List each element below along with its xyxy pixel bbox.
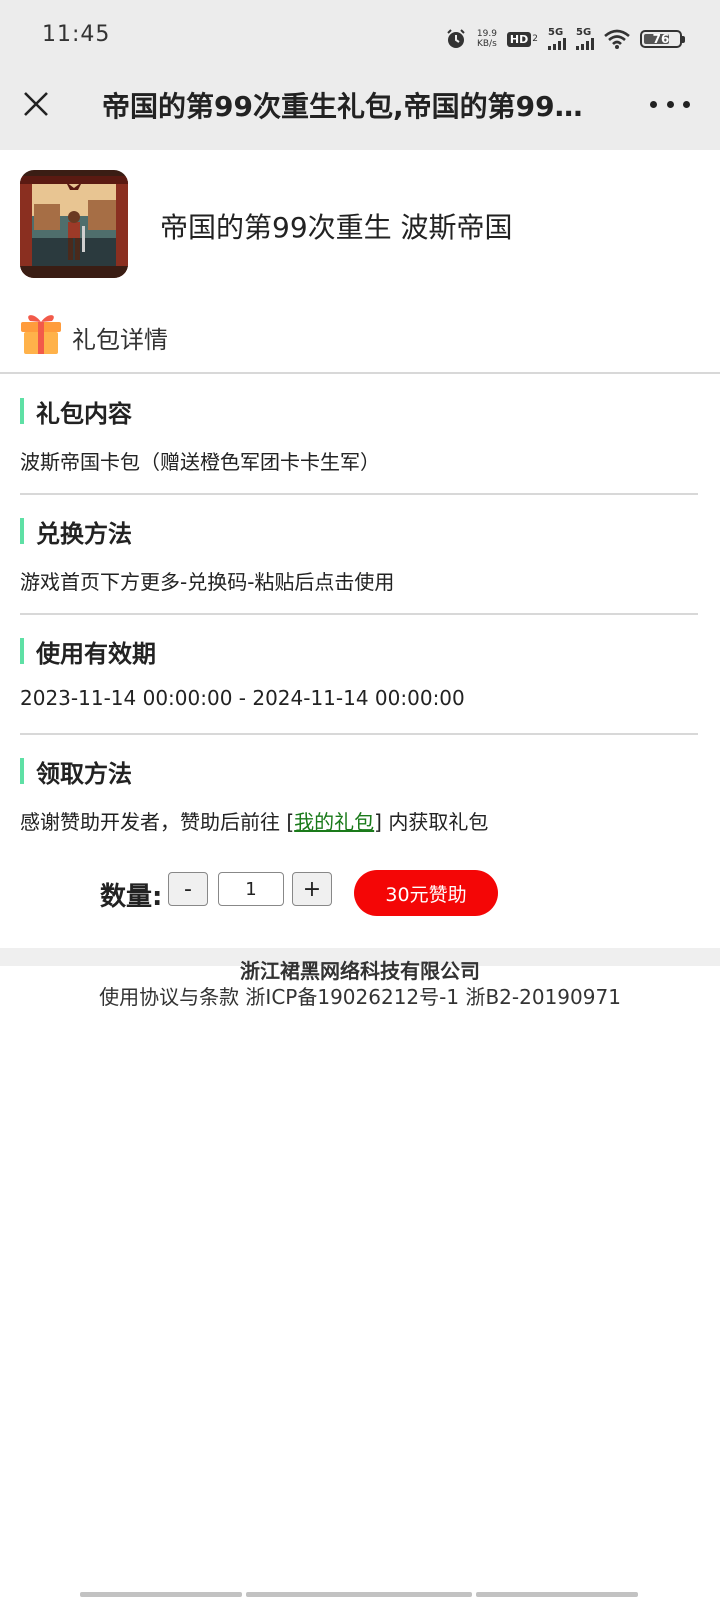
footer: 浙江裙黑网络科技有限公司 使用协议与条款 浙ICP备19026212号-1 浙B… bbox=[0, 958, 720, 1010]
section-body: 游戏首页下方更多-兑换码-粘贴后点击使用 bbox=[20, 570, 395, 594]
section-head: 礼包内容 bbox=[20, 394, 700, 428]
app-name: 帝国的第99次重生 波斯帝国 bbox=[160, 211, 513, 244]
sponsor-button[interactable]: 30元赞助 bbox=[354, 870, 498, 916]
section-title: 领取方法 bbox=[36, 759, 132, 788]
sim1-label: 5G bbox=[548, 27, 564, 38]
section-body: 波斯帝国卡包（赠送橙色军团卡卡生军） bbox=[20, 450, 380, 474]
gift-icon bbox=[21, 315, 61, 354]
close-icon bbox=[24, 92, 48, 116]
app-header: 帝国的第99次重生 波斯帝国 bbox=[0, 150, 720, 280]
quantity-label: 数量: bbox=[100, 882, 163, 912]
section-accent-bar bbox=[20, 518, 24, 544]
nav-indicator bbox=[476, 1592, 638, 1597]
more-dot bbox=[650, 100, 657, 108]
quantity-minus-button[interactable]: - bbox=[168, 872, 208, 906]
signal-sim1: 5G bbox=[548, 28, 566, 50]
page-title: 帝国的第99次重生礼包,帝国的第99次重生礼包 bbox=[102, 90, 602, 123]
claim-text-suffix: ] 内获取礼包 bbox=[374, 810, 489, 834]
more-dot bbox=[666, 100, 674, 108]
battery-icon: 76 bbox=[640, 30, 685, 48]
hd-label: HD bbox=[506, 31, 532, 47]
quantity-input[interactable] bbox=[218, 872, 284, 906]
section-head: 使用有效期 bbox=[20, 634, 700, 668]
purchase-row: 数量: - + 30元赞助 bbox=[0, 870, 720, 922]
app-icon[interactable] bbox=[20, 170, 128, 278]
footer-company: 浙江裙黑网络科技有限公司 bbox=[240, 959, 480, 983]
signal-bars-icon bbox=[576, 38, 594, 50]
section-head: 领取方法 bbox=[20, 754, 700, 788]
status-time: 11:45 bbox=[42, 22, 111, 47]
section-title: 礼包内容 bbox=[36, 399, 132, 428]
section-gift-content: 礼包内容 波斯帝国卡包（赠送橙色军团卡卡生军） bbox=[20, 394, 700, 475]
my-gifts-link[interactable]: 我的礼包 bbox=[294, 810, 374, 834]
nav-indicator bbox=[246, 1592, 472, 1597]
title-bar: 帝国的第99次重生礼包,帝国的第99次重生礼包 bbox=[0, 76, 720, 150]
battery-level: 76 bbox=[652, 32, 670, 46]
net-speed: 19.9 KB/s bbox=[477, 29, 497, 49]
divider bbox=[0, 372, 720, 374]
signal-sim2: 5G bbox=[576, 28, 594, 50]
divider bbox=[20, 493, 698, 495]
section-body: 2023-11-14 00:00:00 - 2024-11-14 00:00:0… bbox=[20, 686, 465, 710]
net-speed-value: 19.9 bbox=[476, 29, 497, 39]
divider bbox=[20, 733, 698, 735]
section-head: 兑换方法 bbox=[20, 514, 700, 548]
footer-legal[interactable]: 使用协议与条款 浙ICP备19026212号-1 浙B2-20190971 bbox=[0, 984, 720, 1010]
alarm-icon bbox=[447, 29, 465, 48]
section-redeem-method: 兑换方法 游戏首页下方更多-兑换码-粘贴后点击使用 bbox=[20, 514, 700, 595]
section-accent-bar bbox=[20, 638, 24, 664]
more-dot bbox=[683, 100, 690, 108]
section-title: 兑换方法 bbox=[36, 519, 132, 548]
more-button[interactable] bbox=[650, 96, 690, 112]
close-button[interactable] bbox=[18, 86, 54, 122]
status-bar: 11:45 19.9 KB/s HD 2 5G 5G 76 bbox=[0, 0, 720, 76]
section-accent-bar bbox=[20, 758, 24, 784]
section-title: 使用有效期 bbox=[36, 639, 156, 668]
nav-indicator bbox=[80, 1592, 242, 1597]
game-artwork-icon bbox=[20, 170, 128, 278]
gift-details-title: 礼包详情 bbox=[72, 326, 168, 354]
signal-bars-icon bbox=[548, 38, 566, 50]
gift-details-header: 礼包详情 bbox=[0, 300, 720, 372]
section-claim-method: 领取方法 感谢赞助开发者，赞助后前往 [我的礼包] 内获取礼包 bbox=[20, 754, 700, 835]
quantity-plus-button[interactable]: + bbox=[292, 872, 332, 906]
section-accent-bar bbox=[20, 398, 24, 424]
divider bbox=[20, 613, 698, 615]
section-validity: 使用有效期 2023-11-14 00:00:00 - 2024-11-14 0… bbox=[20, 634, 700, 710]
sim2-label: 5G bbox=[576, 27, 592, 38]
section-body: 感谢赞助开发者，赞助后前往 [我的礼包] 内获取礼包 bbox=[20, 806, 700, 835]
hd-sub: 2 bbox=[532, 34, 538, 44]
claim-text-prefix: 感谢赞助开发者，赞助后前往 [ bbox=[20, 810, 295, 834]
status-icons: 19.9 KB/s HD 2 5G 5G 76 bbox=[445, 24, 685, 54]
wifi-icon bbox=[604, 29, 630, 49]
hd-voice-badge: HD 2 bbox=[506, 31, 538, 47]
net-speed-unit: KB/s bbox=[476, 39, 497, 49]
